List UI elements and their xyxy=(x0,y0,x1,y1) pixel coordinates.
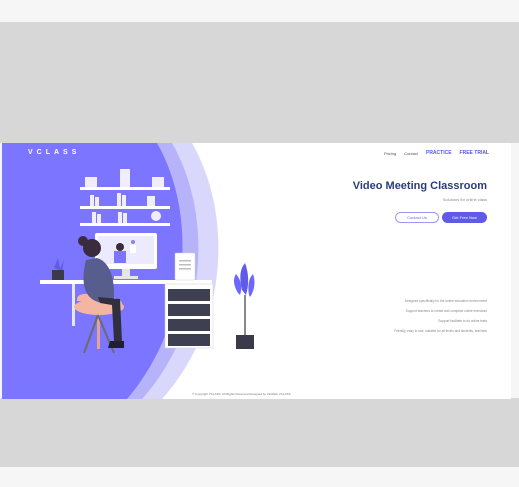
brand-logo[interactable]: VCLASS xyxy=(28,149,80,156)
hero-title: Video Meeting Classroom xyxy=(352,180,487,192)
get-started-button[interactable]: Get Free Now xyxy=(442,212,487,223)
footer-copyright: © Copyright VCLASS. All Rights Reserved … xyxy=(192,392,291,396)
nav-link-contact[interactable]: Contact xyxy=(404,151,418,156)
nav-link-practice[interactable]: PRACTICE xyxy=(426,150,452,156)
contact-button[interactable]: Contact Us xyxy=(395,212,439,223)
letterbox-bottom xyxy=(0,398,519,467)
feature-list: Designed specifically for the online edu… xyxy=(394,296,487,336)
feature-item: Support facilitate to do online tests xyxy=(438,319,487,323)
top-nav: Pricing Contact PRACTICE FREE TRIAL xyxy=(384,150,489,156)
hero-subtitle: Solutions for online class xyxy=(442,197,487,202)
feature-item: Friendly, easy to use, suitable for all … xyxy=(394,329,487,333)
feature-item: Designed specifically for the online edu… xyxy=(404,299,487,303)
nav-link-pricing[interactable]: Pricing xyxy=(384,151,396,156)
landing-page: VCLASS Pricing Contact PRACTICE FREE TRI… xyxy=(2,143,511,399)
feature-item: Support teachers to create and comprise … xyxy=(405,309,487,313)
letterbox-top xyxy=(0,22,519,143)
nav-link-free-trial[interactable]: FREE TRIAL xyxy=(460,150,489,156)
